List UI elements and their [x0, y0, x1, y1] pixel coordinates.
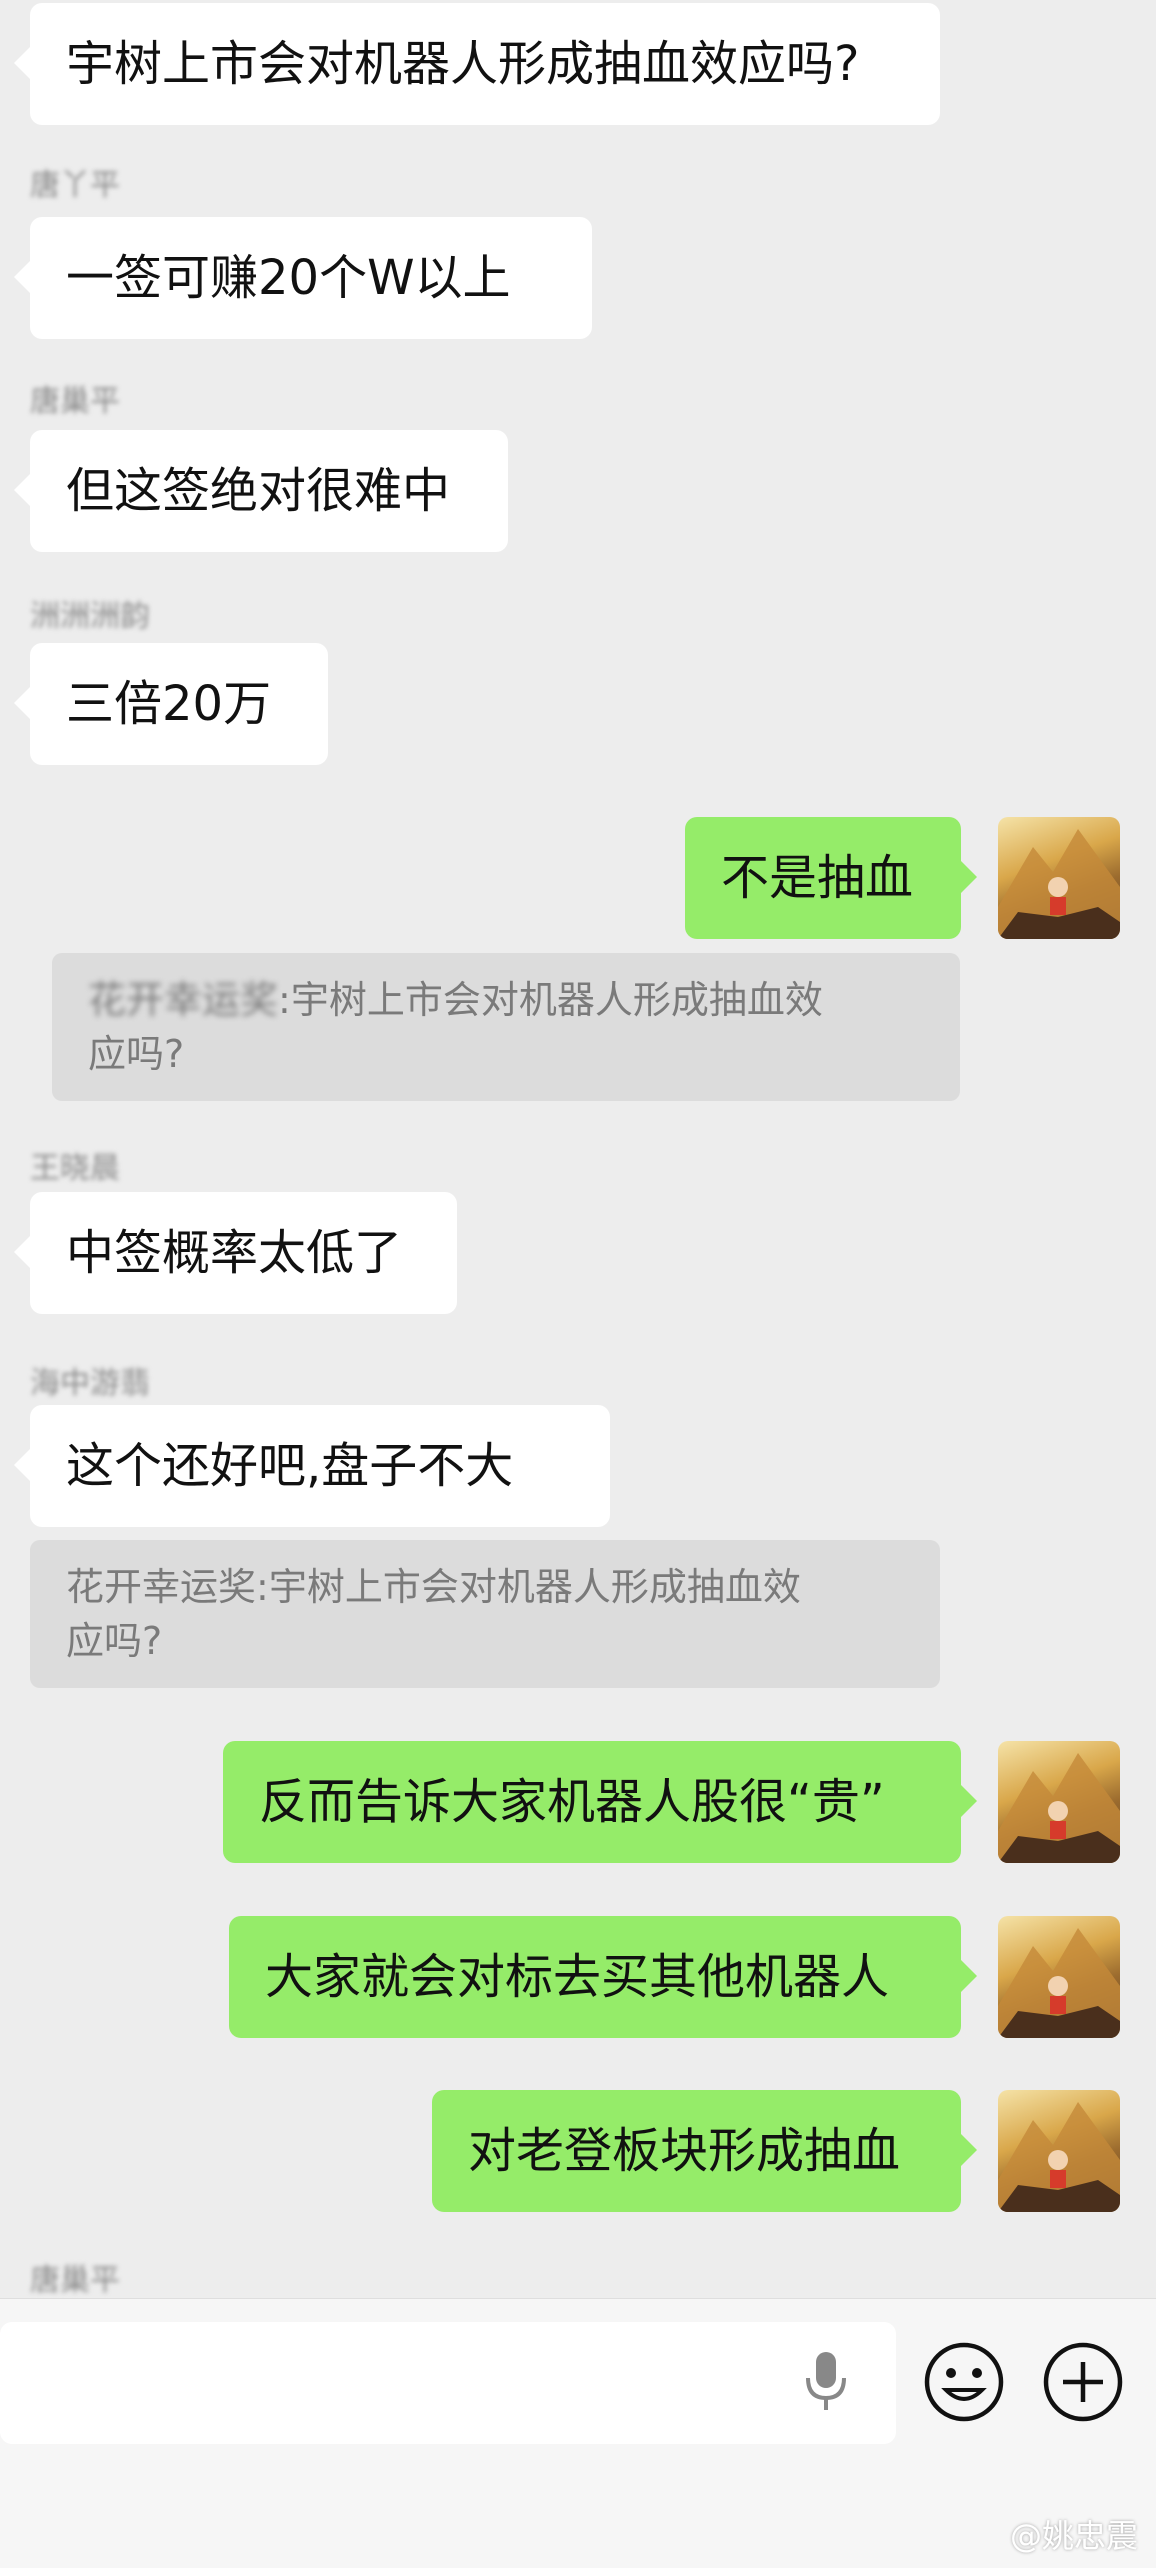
message-bubble-own[interactable]: 对老登板块形成抽血 [432, 2090, 977, 2212]
message-bubble-own[interactable]: 大家就会对标去买其他机器人 [229, 1916, 977, 2038]
sender-name: 唐丫平 [30, 168, 120, 203]
quote-text-line2: 应吗? [88, 1032, 185, 1076]
avatar[interactable] [998, 1916, 1120, 2038]
watermark: @姚忠震 [1009, 2517, 1138, 2555]
message-bubble[interactable]: 这个还好吧,盘子不大 [14, 1405, 610, 1527]
message-bubble-own[interactable]: 反而告诉大家机器人股很“贵” [223, 1741, 977, 1863]
avatar[interactable] [998, 1741, 1120, 1863]
message-bubble[interactable]: 一签可赚20个W以上 [14, 217, 592, 339]
emoji-icon[interactable] [922, 2340, 1006, 2424]
sender-name: 唐巢平 [30, 2263, 120, 2298]
message-bubble[interactable]: 宇树上市会对机器人形成抽血效应吗? [14, 3, 940, 125]
message-bubble-own[interactable]: 不是抽血 [685, 817, 977, 939]
avatar[interactable] [998, 2090, 1120, 2212]
sender-name: 洲洲洲韵 [30, 599, 150, 634]
quote-text-line1: 宇树上市会对机器人形成抽血效 [290, 978, 823, 1022]
plus-icon[interactable] [1041, 2340, 1125, 2424]
sender-name: 王晓晨 [30, 1151, 120, 1186]
message-input[interactable] [0, 2322, 896, 2444]
message-bubble[interactable]: 但这签绝对很难中 [14, 430, 508, 552]
message-bubble[interactable]: 三倍20万 [14, 643, 328, 765]
sender-name: 唐巢平 [30, 384, 120, 419]
message-bubble[interactable]: 中签概率太低了 [14, 1192, 457, 1314]
avatar[interactable] [998, 817, 1120, 939]
quote-text-line1: 宇树上市会对机器人形成抽血效 [268, 1565, 801, 1609]
quote-sender: 花开幸运奖 [66, 1565, 257, 1609]
quoted-message[interactable]: 花开幸运奖:宇树上市会对机器人形成抽血效 应吗? [52, 953, 960, 1101]
quote-sender: 花开幸运奖 [88, 978, 279, 1022]
quote-separator: : [256, 1565, 269, 1609]
quoted-message[interactable]: 花开幸运奖:宇树上市会对机器人形成抽血效 应吗? [30, 1540, 940, 1688]
microphone-icon[interactable] [790, 2345, 862, 2417]
quote-text-line2: 应吗? [66, 1619, 163, 1663]
sender-name: 海中游翡 [30, 1366, 150, 1401]
quote-separator: : [278, 978, 291, 1022]
